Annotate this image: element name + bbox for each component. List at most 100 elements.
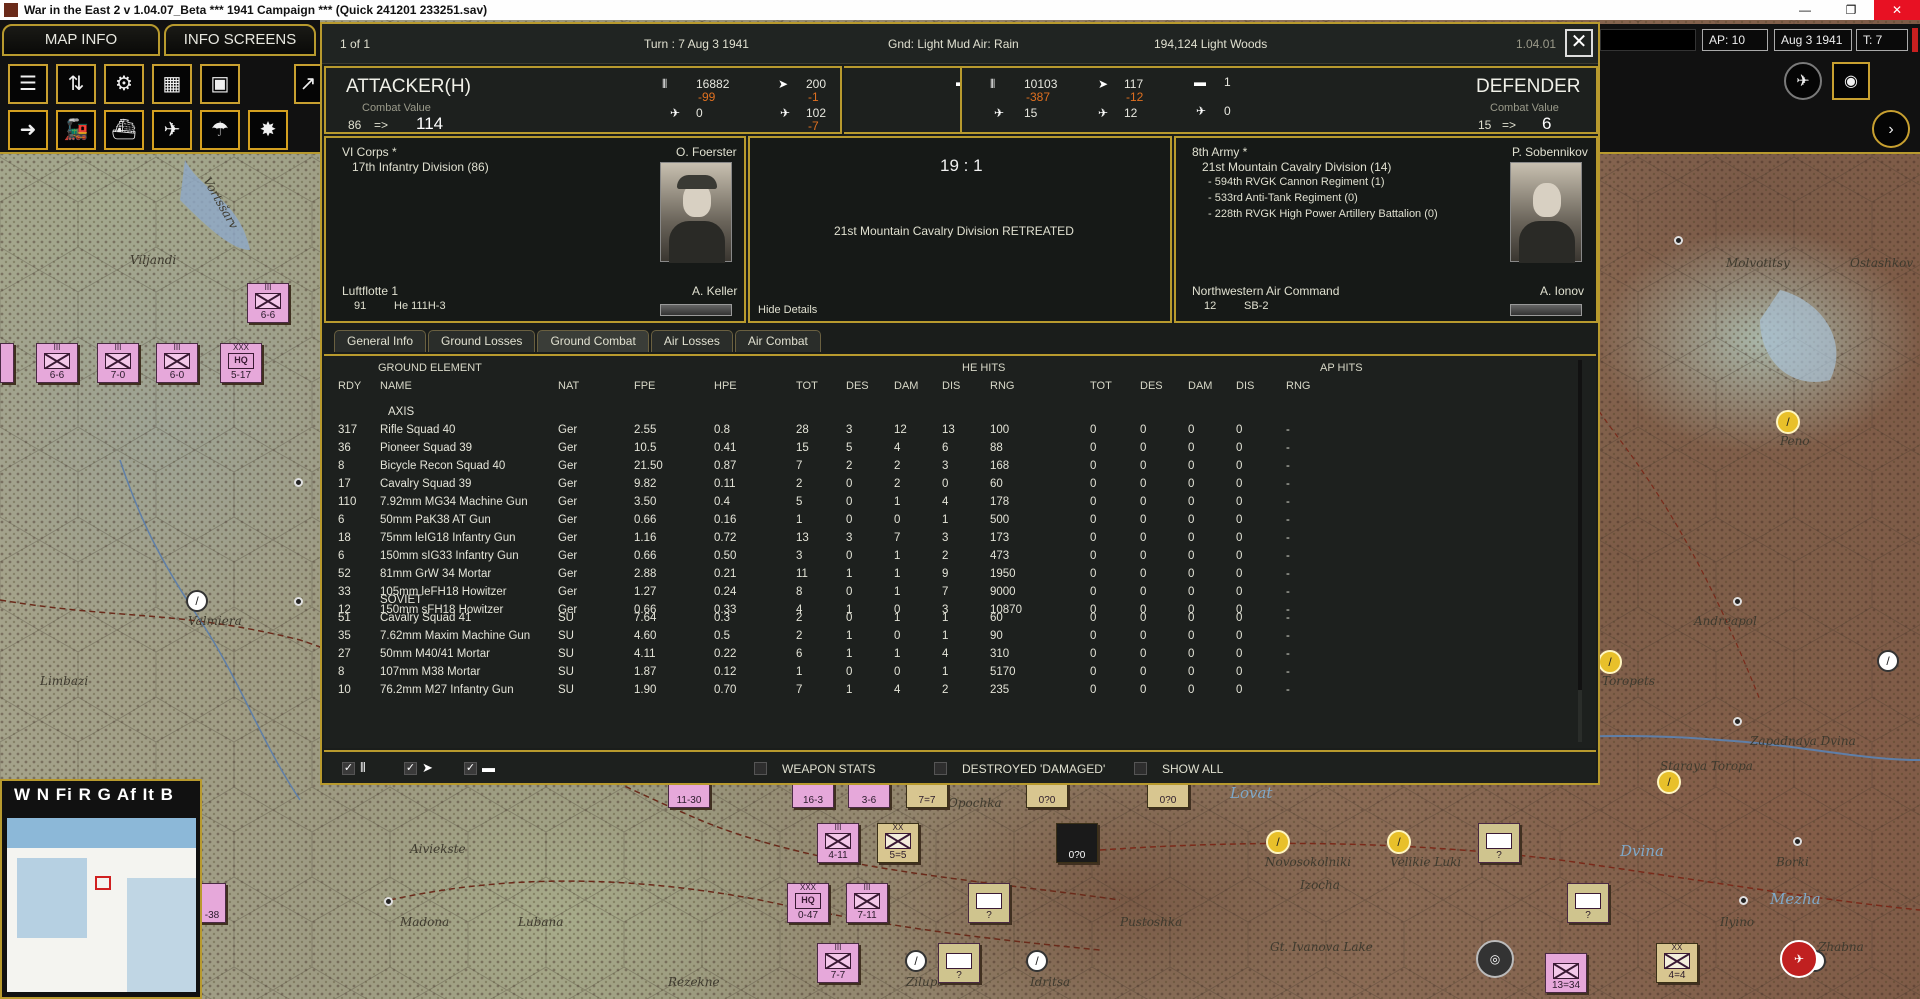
airbase-icon[interactable]: / [1026, 950, 1048, 972]
unit-counter[interactable]: III 6-0 [156, 343, 198, 383]
column-header[interactable]: RNG [990, 380, 1014, 392]
column-header[interactable]: DAM [1188, 380, 1212, 392]
airbase-icon[interactable]: / [1877, 650, 1899, 672]
tab-air-losses[interactable]: Air Losses [650, 330, 733, 352]
table-row[interactable]: 52 81mm GrW 34 Mortar Ger 2.88 0.21 11 1 1 9 1950… [324, 568, 1554, 586]
map-info-tab[interactable]: MAP INFO [2, 24, 160, 56]
column-header[interactable]: TOT [796, 380, 818, 392]
unit-counter[interactable]: III 7-7 [817, 943, 859, 983]
minimap[interactable]: W N Fi R G Af It B [0, 779, 202, 999]
column-header[interactable]: RDY [338, 380, 361, 392]
unit-info-icon[interactable]: ◉ [1832, 62, 1870, 100]
table-row[interactable]: 10 76.2mm M27 Infantry Gun SU 1.90 0.70 7 1 4 2 2… [324, 684, 1554, 702]
filter-men-checkbox[interactable]: ✓ [342, 762, 355, 775]
airbase-icon[interactable]: / [186, 590, 208, 612]
hq-counter[interactable]: -38 [198, 883, 226, 923]
scrollbar[interactable] [1578, 360, 1582, 742]
column-header[interactable]: DES [1140, 380, 1163, 392]
restore-button[interactable]: ❐ [1828, 0, 1874, 20]
unit-name[interactable]: 21st Mountain Cavalry Division (14) [1202, 160, 1391, 174]
report-icon[interactable]: ▣ [200, 64, 240, 104]
table-row[interactable]: 51 Cavalry Squad 41 SU 7.64 0.3 2 0 1 1 60 0 0 0 0 - [324, 612, 1554, 630]
air-mission-icon[interactable]: ✈ [1784, 62, 1822, 100]
airbase-icon[interactable]: / [1266, 830, 1290, 854]
minimize-button[interactable]: — [1782, 0, 1828, 20]
leader-portrait[interactable] [1510, 162, 1582, 263]
table-row[interactable]: 35 7.62mm Maxim Machine Gun SU 4.60 0.5 2 1 0 1 9… [324, 630, 1554, 648]
table-row[interactable]: 8 Bicycle Recon Squad 40 Ger 21.50 0.87 7 2 2 3 1… [324, 460, 1554, 478]
table-row[interactable]: 33 105mm leFH18 Howitzer Ger 1.27 0.24 8 0 1 7 90… [324, 586, 1554, 604]
weapon-stats-checkbox[interactable] [754, 762, 767, 775]
naval-icon[interactable]: ⛴ [104, 110, 144, 150]
scrollbar-thumb[interactable] [1578, 360, 1582, 690]
logistics-icon[interactable]: ⇅ [56, 64, 96, 104]
table-row[interactable]: 110 7.92mm MG34 Machine Gun Ger 3.50 0.4 5 0 1 4… [324, 496, 1554, 514]
column-header[interactable]: NAT [558, 380, 579, 392]
column-header[interactable]: DES [846, 380, 869, 392]
unit-name[interactable]: 17th Infantry Division (86) [352, 160, 489, 174]
unit-counter[interactable]: III 6-6 [36, 343, 78, 383]
show-all-checkbox[interactable] [1134, 762, 1147, 775]
unknown-unit-counter[interactable]: ? [1567, 883, 1609, 923]
move-icon[interactable]: ➜ [8, 110, 48, 150]
airbase-icon[interactable]: / [1598, 650, 1622, 674]
artillery-icon[interactable]: ✸ [248, 110, 288, 150]
unit-counter[interactable]: XX 4=4 [1656, 943, 1698, 983]
column-header[interactable]: HPE [714, 380, 737, 392]
unit-counter[interactable] [0, 343, 14, 383]
minimap-view[interactable] [7, 818, 196, 992]
unit-counter[interactable]: III 4-11 [817, 823, 859, 863]
airbase-icon[interactable]: / [1776, 410, 1800, 434]
column-header[interactable]: DIS [1236, 380, 1254, 392]
table-row[interactable]: 36 Pioneer Squad 39 Ger 10.5 0.41 15 5 4 6 88 0 0 0 0… [324, 442, 1554, 460]
table-row[interactable]: 6 150mm sIG33 Infantry Gun Ger 0.66 0.50 3 0 1 2… [324, 550, 1554, 568]
destroyed-damaged-checkbox[interactable] [934, 762, 947, 775]
train-icon[interactable]: 🚂 [56, 110, 96, 150]
info-screens-tab[interactable]: INFO SCREENS [164, 24, 316, 56]
unit-counter[interactable]: III 6-6 [247, 283, 289, 323]
leader-portrait[interactable] [660, 162, 732, 263]
unit-counter[interactable]: 0?0 [1056, 823, 1098, 863]
unknown-unit-counter[interactable]: ? [968, 883, 1010, 923]
hq-counter[interactable]: XXX HQ 5-17 [220, 343, 262, 383]
hq-counter[interactable]: XXX HQ 0-47 [787, 883, 829, 923]
airbase-icon[interactable]: / [1387, 830, 1411, 854]
unknown-unit-counter[interactable]: ? [938, 943, 980, 983]
airbase-icon[interactable]: ✈ [152, 110, 192, 150]
tab-general-info[interactable]: General Info [334, 330, 427, 352]
tab-ground-losses[interactable]: Ground Losses [428, 330, 536, 352]
window-close-button[interactable]: ✕ [1874, 0, 1920, 20]
paradrop-icon[interactable]: ☂ [200, 110, 240, 150]
close-button[interactable]: ✕ [1565, 29, 1593, 57]
table-row[interactable]: 18 75mm leIG18 Infantry Gun Ger 1.16 0.72 13 3… [324, 532, 1554, 550]
filter-tank-checkbox[interactable]: ✓ [464, 762, 477, 775]
table-row[interactable]: 27 50mm M40/41 Mortar SU 4.11 0.22 6 1 1 4 310 0 0 0… [324, 648, 1554, 666]
gear-icon[interactable]: ⚙ [104, 64, 144, 104]
column-header[interactable]: TOT [1090, 380, 1112, 392]
table-row[interactable]: 8 107mm M38 Mortar SU 1.87 0.12 1 0 0 1 5170 0 0 0 0 - [324, 666, 1554, 684]
chart-icon[interactable]: ▦ [152, 64, 192, 104]
recon-icon[interactable]: ◎ [1476, 940, 1514, 978]
tab-air-combat[interactable]: Air Combat [734, 330, 821, 352]
unit-counter[interactable]: 13=34 [1545, 953, 1587, 993]
next-turn-icon[interactable]: › [1872, 110, 1910, 148]
column-header[interactable]: DAM [894, 380, 918, 392]
hide-details-button[interactable]: Hide Details [758, 304, 817, 316]
table-row[interactable]: 317 Rifle Squad 40 Ger 2.55 0.8 28 3 12 13 100 0 0 0… [324, 424, 1554, 442]
unit-counter[interactable]: III 7-0 [97, 343, 139, 383]
column-header[interactable]: NAME [380, 380, 412, 392]
map-filters[interactable]: W N Fi R G Af It B [14, 785, 174, 805]
filter-aircraft-checkbox[interactable]: ✓ [404, 762, 417, 775]
airbase-icon[interactable]: / [1657, 770, 1681, 794]
unit-counter[interactable]: III 7-11 [846, 883, 888, 923]
expand-icon[interactable]: ↗ [294, 64, 322, 104]
unknown-unit-counter[interactable]: ? [1478, 823, 1520, 863]
column-header[interactable]: DIS [942, 380, 960, 392]
unit-counter[interactable]: XX 5=5 [877, 823, 919, 863]
table-row[interactable]: 6 50mm PaK38 AT Gun Ger 0.66 0.16 1 0 0 1 500 0 0 0 0… [324, 514, 1554, 532]
column-header[interactable]: FPE [634, 380, 655, 392]
tab-ground-combat[interactable]: Ground Combat [537, 330, 649, 352]
column-header[interactable]: RNG [1286, 380, 1310, 392]
orders-icon[interactable]: ☰ [8, 64, 48, 104]
airbase-icon[interactable]: / [905, 950, 927, 972]
